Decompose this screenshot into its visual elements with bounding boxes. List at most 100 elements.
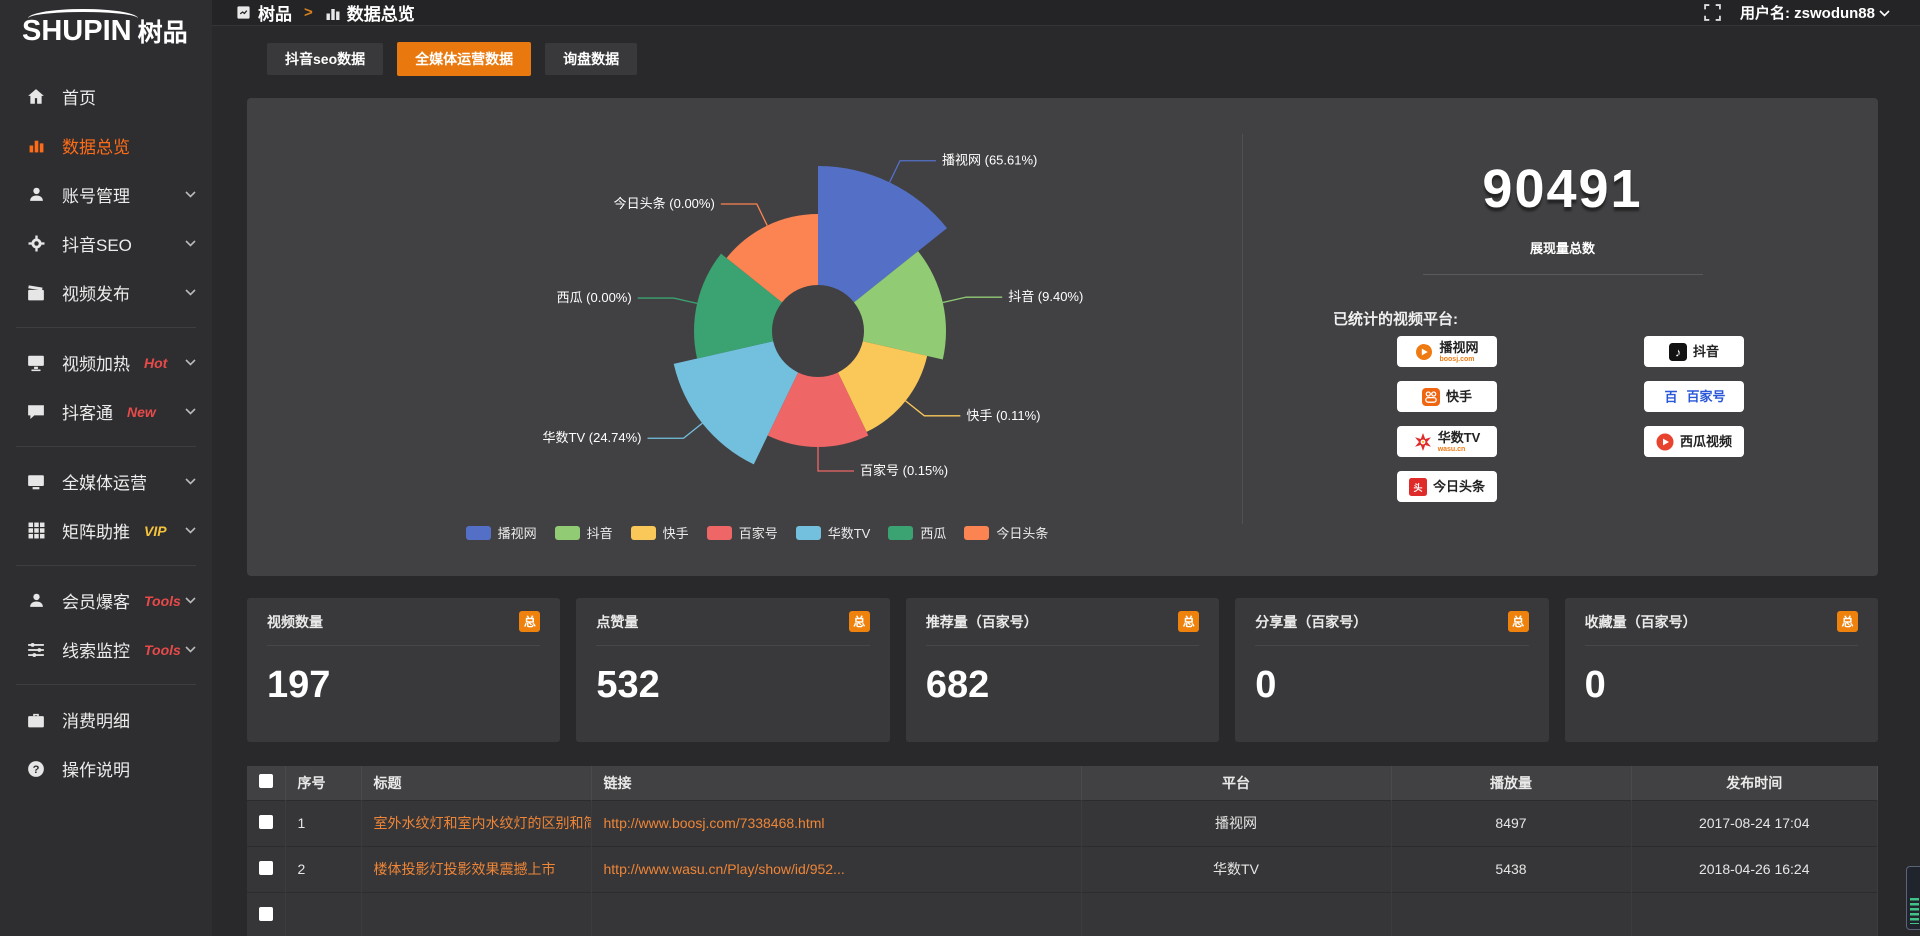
chevron-down-icon — [1879, 4, 1890, 21]
chevron-down-icon — [185, 240, 196, 247]
row-select-cell — [247, 800, 285, 846]
select-all-checkbox[interactable] — [259, 774, 273, 788]
total-badge[interactable]: 总 — [849, 611, 870, 632]
stat-card-header: 分享量（百家号） 总 — [1255, 598, 1528, 646]
sidebar-item-home[interactable]: 首页 — [0, 72, 212, 121]
sidebar-item-data-overview[interactable]: 数据总览 — [0, 121, 212, 170]
tab-douyin-seo-data[interactable]: 抖音seo数据 — [267, 43, 383, 75]
legend-item[interactable]: 抖音 — [555, 523, 613, 542]
legend-item[interactable]: 西瓜 — [888, 523, 946, 542]
sidebar-item-label: 线索监控 — [62, 637, 130, 662]
legend-swatch — [707, 526, 732, 540]
row-checkbox[interactable] — [259, 861, 273, 875]
heat-icon — [26, 353, 46, 373]
pie-label: 西瓜 (0.00%) — [557, 290, 632, 305]
breadcrumb-item-shupin[interactable]: 树品 — [236, 0, 292, 25]
total-badge[interactable]: 总 — [519, 611, 540, 632]
sidebar-item-clue-monitor[interactable]: 线索监控 Tools — [0, 625, 212, 674]
total-badge[interactable]: 总 — [1178, 611, 1199, 632]
user-icon — [26, 185, 46, 205]
row-url-link[interactable]: http://www.boosj.com/7338468.html — [591, 800, 1081, 846]
column-header: 发布时间 — [1631, 766, 1878, 800]
sidebar-divider — [16, 327, 196, 328]
chevron-down-icon — [185, 527, 196, 534]
platform-name: 西瓜视频 — [1680, 435, 1732, 448]
platform-subtext: wasu.cn — [1438, 446, 1481, 453]
platforms-label: 已统计的视频平台: — [1333, 308, 1458, 329]
chart-icon — [26, 136, 46, 156]
user-menu[interactable]: 用户名: zswodun88 — [1740, 2, 1890, 23]
legend-swatch — [888, 526, 913, 540]
total-badge[interactable]: 总 — [1837, 611, 1858, 632]
sidebar-item-matrix-boost[interactable]: 矩阵助推 VIP — [0, 506, 212, 555]
sidebar-item-label: 首页 — [62, 84, 96, 109]
sidebar-item-douketong[interactable]: 抖客通New — [0, 387, 212, 436]
chevron-down-icon — [185, 289, 196, 296]
sidebar-item-video-publish[interactable]: 视频发布 — [0, 268, 212, 317]
breadcrumb-item-data-overview[interactable]: 数据总览 — [325, 0, 415, 25]
legend-item[interactable]: 今日头条 — [964, 523, 1048, 542]
row-title-link[interactable]: 室外水纹灯和室内水纹灯的区别和简介 — [361, 800, 591, 846]
pie-label: 百家号 (0.15%) — [860, 463, 948, 478]
tab-omni-media-data[interactable]: 全媒体运营数据 — [397, 42, 531, 76]
table-row: 1 室外水纹灯和室内水纹灯的区别和简介 http://www.boosj.com… — [247, 800, 1878, 846]
sidebar-item-account[interactable]: 账号管理 — [0, 170, 212, 219]
username-label: 用户名: zswodun88 — [1740, 2, 1875, 23]
row-title-link[interactable]: 楼体投影灯投影效果震撼上市 — [361, 846, 591, 892]
legend-swatch — [964, 526, 989, 540]
sidebar-divider — [16, 446, 196, 447]
sidebar-item-help[interactable]: ?操作说明 — [0, 744, 212, 793]
table-row-partial — [247, 892, 1878, 936]
platform-badge-boosj: 播视网boosj.com — [1397, 336, 1497, 367]
video-table: 序号标题链接平台播放量发布时间 1 室外水纹灯和室内水纹灯的区别和简介 http… — [247, 766, 1878, 936]
sidebar-item-member-baoke[interactable]: 会员爆客Tools — [0, 576, 212, 625]
sidebar-item-video-heat[interactable]: 视频加热Hot — [0, 338, 212, 387]
fullscreen-icon[interactable] — [1704, 4, 1722, 22]
rose-pie-chart[interactable]: 播视网 (65.61%)抖音 (9.40%)快手 (0.11%)百家号 (0.1… — [307, 113, 1207, 523]
chevron-down-icon — [185, 646, 196, 653]
tab-bar: 抖音seo数据全媒体运营数据询盘数据 — [267, 42, 1878, 76]
sidebar-menu: 首页数据总览账号管理抖音SEO视频发布视频加热Hot抖客通New全媒体运营矩阵助… — [0, 62, 212, 793]
sidebar-item-badge: Tools — [144, 642, 181, 658]
row-checkbox[interactable] — [259, 907, 273, 921]
legend-item[interactable]: 快手 — [631, 523, 689, 542]
legend-item[interactable]: 播视网 — [466, 523, 537, 542]
table-header-row: 序号标题链接平台播放量发布时间 — [247, 766, 1878, 800]
sidebar-item-label: 矩阵助推 — [62, 518, 130, 543]
legend-item[interactable]: 华数TV — [796, 523, 871, 542]
pie-slice[interactable] — [674, 341, 798, 464]
sidebar-item-badge: Tools — [144, 593, 181, 609]
monitor-icon — [26, 472, 46, 492]
table-row: 2 楼体投影灯投影效果震撼上市 http://www.wasu.cn/Play/… — [247, 846, 1878, 892]
column-header: 播放量 — [1391, 766, 1631, 800]
baijiahao-icon: 百 — [1662, 388, 1680, 406]
sidebar-item-douyin-seo[interactable]: 抖音SEO — [0, 219, 212, 268]
summary-underline — [1423, 274, 1703, 275]
table-body: 1 室外水纹灯和室内水纹灯的区别和简介 http://www.boosj.com… — [247, 800, 1878, 936]
doc-icon — [236, 5, 252, 21]
sidebar-item-label: 数据总览 — [62, 133, 130, 158]
content: 抖音seo数据全媒体运营数据询盘数据 播视网 (65.61%)抖音 (9.40%… — [212, 26, 1920, 936]
platform-badge-column-2: ♪ 抖音 百 百家号 西瓜视频 — [1644, 336, 1744, 457]
help-icon: ? — [26, 759, 46, 779]
row-checkbox[interactable] — [259, 815, 273, 829]
platform-badge-baijiahao: 百 百家号 — [1644, 381, 1744, 412]
tab-inquiry-data[interactable]: 询盘数据 — [545, 43, 637, 75]
row-url-link[interactable]: http://www.wasu.cn/Play/show/id/952... — [591, 846, 1081, 892]
overview-panel: 播视网 (65.61%)抖音 (9.40%)快手 (0.11%)百家号 (0.1… — [247, 98, 1878, 576]
total-impressions-value: 90491 — [1247, 158, 1878, 220]
legend-item[interactable]: 百家号 — [707, 523, 778, 542]
sidebar-item-badge: VIP — [144, 523, 167, 539]
legend-swatch — [555, 526, 580, 540]
platform-name: 抖音 — [1693, 345, 1719, 358]
sidebar-item-consume-detail[interactable]: 消费明细 — [0, 695, 212, 744]
svg-text:百: 百 — [1665, 389, 1678, 404]
stat-card-header: 点赞量 总 — [596, 598, 869, 646]
column-header: 序号 — [285, 766, 361, 800]
platform-name: 播视网 — [1439, 341, 1478, 354]
app-logo[interactable]: SHUPIN 树品 — [0, 0, 212, 62]
row-num: 2 — [285, 846, 361, 892]
sidebar-item-omni-media[interactable]: 全媒体运营 — [0, 457, 212, 506]
total-badge[interactable]: 总 — [1508, 611, 1529, 632]
scrollbar-widget[interactable] — [1906, 866, 1920, 930]
